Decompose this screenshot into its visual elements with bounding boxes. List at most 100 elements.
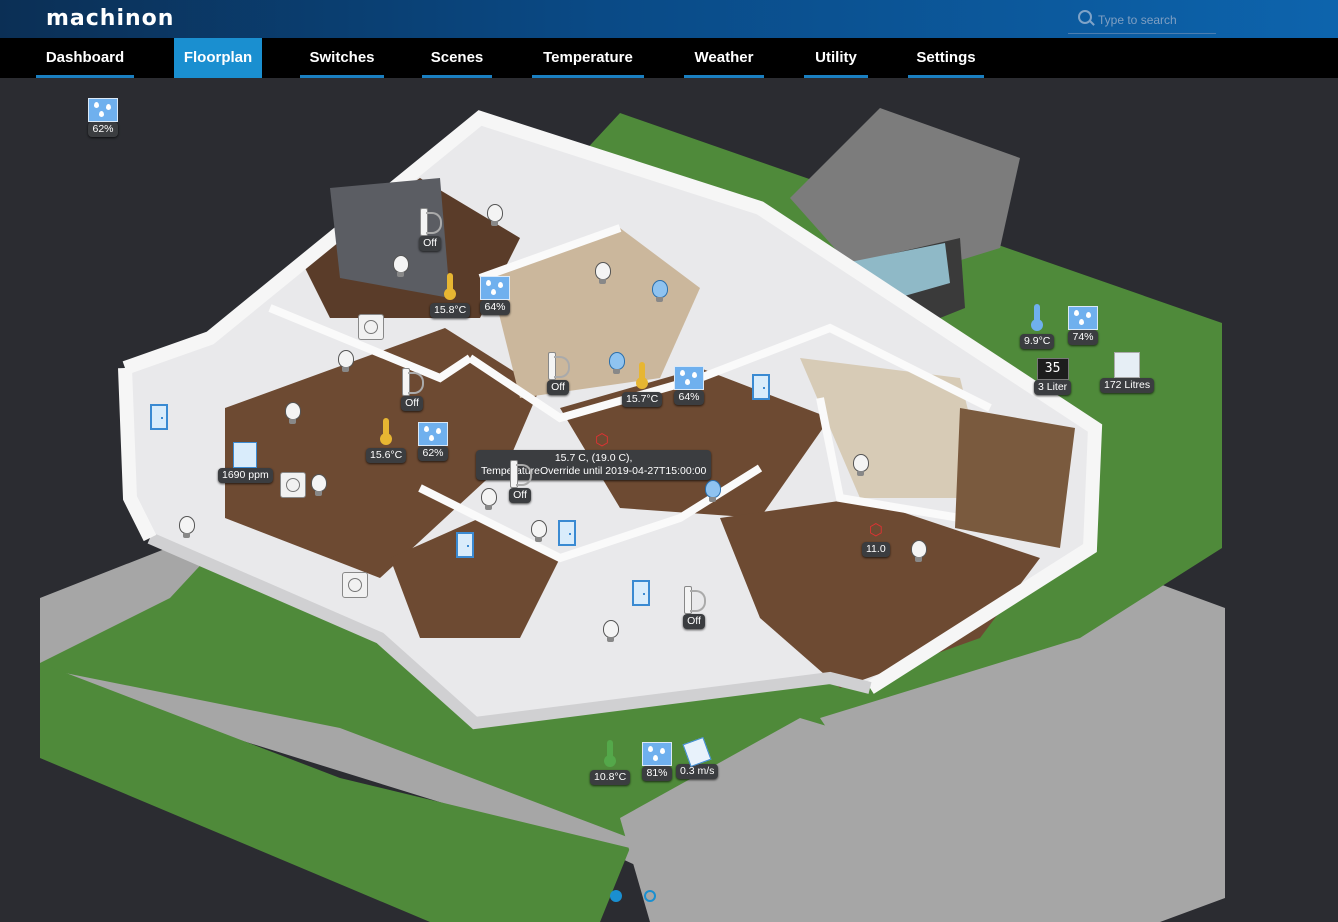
search-input[interactable] (1096, 9, 1215, 31)
light-kitchen[interactable] (590, 260, 616, 286)
wind-icon (682, 736, 712, 768)
wind-sensor[interactable]: 0.3 m/s (676, 736, 719, 779)
switch-icon (508, 460, 532, 488)
living-temperature-sensor[interactable]: 15.6°C (366, 418, 407, 463)
machinon-logo[interactable]: machinon (46, 6, 174, 31)
light-kitchen-2[interactable] (647, 278, 673, 304)
tab-weather[interactable]: Weather (684, 38, 764, 78)
floorplan-canvas: 62% Off 15.8°C 64% Off Off 15.7°C 64% 15… (0, 78, 1338, 922)
door-icon (150, 404, 168, 430)
top-header: machinon (0, 0, 1338, 38)
light-hall[interactable] (476, 486, 502, 512)
light-bathroom[interactable] (848, 452, 874, 478)
light-bulb-icon (853, 454, 869, 476)
light-bulb-icon (705, 480, 721, 502)
light-living[interactable] (280, 400, 306, 426)
humidity-icon (480, 276, 510, 300)
kitchen-temperature-sensor[interactable]: 15.7°C (622, 362, 663, 407)
living-humidity-sensor[interactable]: 62% (418, 422, 448, 461)
wall-plug-living[interactable] (280, 472, 306, 498)
door-sensor-kitchen[interactable] (752, 374, 770, 400)
humidity-icon (674, 366, 704, 390)
humidity-icon (642, 742, 672, 766)
tab-dashboard[interactable]: Dashboard (36, 38, 134, 78)
kitchen-switch[interactable]: Off (546, 352, 570, 395)
thermometer-icon (604, 740, 617, 767)
tab-floorplan[interactable]: Floorplan (174, 38, 262, 78)
rain-gauge[interactable]: 35 3 Liter (1034, 358, 1072, 395)
search-icon (1078, 10, 1092, 24)
radiator-icon: ⬡ (595, 432, 609, 449)
humidity-icon (1068, 306, 1098, 330)
switch-icon (682, 586, 706, 614)
bedroom-humidity-sensor[interactable]: 64% (480, 276, 510, 315)
light-bulb-icon (179, 516, 195, 538)
door-icon (752, 374, 770, 400)
thermometer-icon (380, 418, 393, 445)
wall-plug-porch[interactable] (342, 572, 368, 598)
garden-temperature-sensor[interactable]: 9.9°C (1020, 304, 1055, 349)
bedroom-temperature-sensor[interactable]: 15.8°C (430, 273, 471, 318)
window-sensor-office[interactable] (456, 532, 474, 558)
outdoor-humidity-sensor[interactable]: 81% (642, 742, 672, 781)
co2-sensor[interactable]: 1690 ppm (218, 442, 273, 483)
light-sofa[interactable] (174, 514, 200, 540)
humidity-icon (418, 422, 448, 446)
tab-settings[interactable]: Settings (908, 38, 984, 78)
radiator-icon: ⬡ (868, 522, 883, 539)
entrance-switch[interactable]: Off (682, 586, 706, 629)
door-icon (558, 520, 576, 546)
bedroom-switch[interactable]: Off (418, 208, 442, 251)
floor-page-dot-2[interactable] (644, 890, 656, 902)
light-bedroom[interactable] (482, 202, 508, 228)
wall-plug-bedroom[interactable] (358, 314, 384, 340)
light-bulb-icon (487, 204, 503, 226)
switch-icon (400, 368, 424, 396)
water-meter[interactable]: 172 Litres (1100, 352, 1155, 393)
light-office-2[interactable] (906, 538, 932, 564)
light-dining[interactable] (333, 348, 359, 374)
light-bulb-icon (595, 262, 611, 284)
light-bulb-icon (481, 488, 497, 510)
light-bulb-icon (393, 255, 409, 277)
garden-humidity-sensor[interactable]: 74% (1068, 306, 1098, 345)
door-sensor-entrance[interactable] (632, 580, 650, 606)
door-sensor-living[interactable] (150, 404, 168, 430)
power-outlet-icon (358, 314, 384, 340)
light-bulb-icon (603, 620, 619, 642)
kitchen-humidity-sensor[interactable]: 64% (674, 366, 704, 405)
light-bulb-icon (285, 402, 301, 424)
light-bedroom-2[interactable] (388, 253, 414, 279)
light-bulb-icon (652, 280, 668, 302)
search-box[interactable] (1068, 5, 1216, 34)
light-bulb-icon (531, 520, 547, 542)
power-outlet-icon (280, 472, 306, 498)
heating-valve-center[interactable]: ⬡ (592, 430, 612, 452)
meter-icon (1114, 352, 1141, 378)
hall-switch[interactable]: Off (400, 368, 424, 411)
door-sensor-office[interactable] (558, 520, 576, 546)
floorplan-image (40, 108, 1225, 922)
light-living-2[interactable] (306, 472, 332, 498)
light-bulb-icon (311, 474, 327, 496)
power-outlet-icon (342, 572, 368, 598)
tab-temperature[interactable]: Temperature (532, 38, 644, 78)
window-icon (456, 532, 474, 558)
light-office[interactable] (526, 518, 552, 544)
heating-valve-office[interactable]: ⬡ 11.0 (862, 520, 890, 557)
center-switch[interactable]: Off (508, 460, 532, 503)
light-bulb-icon (338, 350, 354, 372)
counter-icon: 35 (1036, 358, 1069, 380)
floor-page-dot-1[interactable] (610, 890, 622, 902)
thermometer-icon (1031, 304, 1044, 331)
humidity-sensor-outside-left[interactable]: 62% (88, 98, 118, 137)
light-stairs[interactable] (700, 478, 726, 504)
light-entrance[interactable] (598, 618, 624, 644)
outdoor-temperature-sensor[interactable]: 10.8°C (590, 740, 631, 785)
main-nav: Dashboard Floorplan Switches Scenes Temp… (0, 38, 1338, 78)
thermometer-icon (444, 273, 457, 300)
tab-switches[interactable]: Switches (300, 38, 384, 78)
tab-scenes[interactable]: Scenes (422, 38, 492, 78)
switch-icon (546, 352, 570, 380)
tab-utility[interactable]: Utility (804, 38, 868, 78)
